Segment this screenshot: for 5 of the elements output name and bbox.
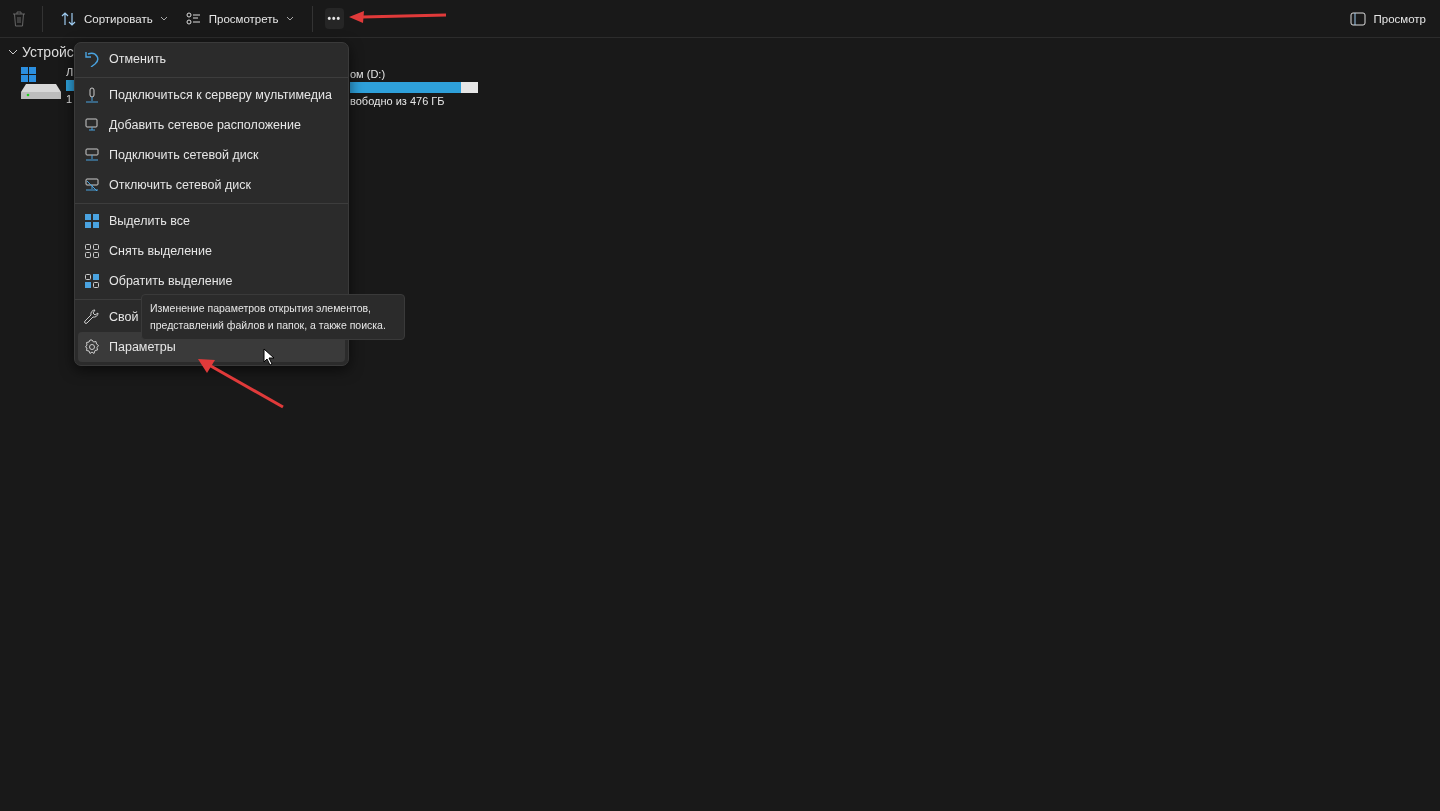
- tooltip: Изменение параметров открытия элементов, представлений файлов и папок, а также поиска.: [141, 294, 405, 340]
- free-space-text: вободно из 476 ГБ: [350, 95, 446, 107]
- drive-name: Л: [66, 66, 74, 78]
- free-space-text: 1: [66, 93, 74, 105]
- drive-name: ом (D:): [350, 68, 387, 80]
